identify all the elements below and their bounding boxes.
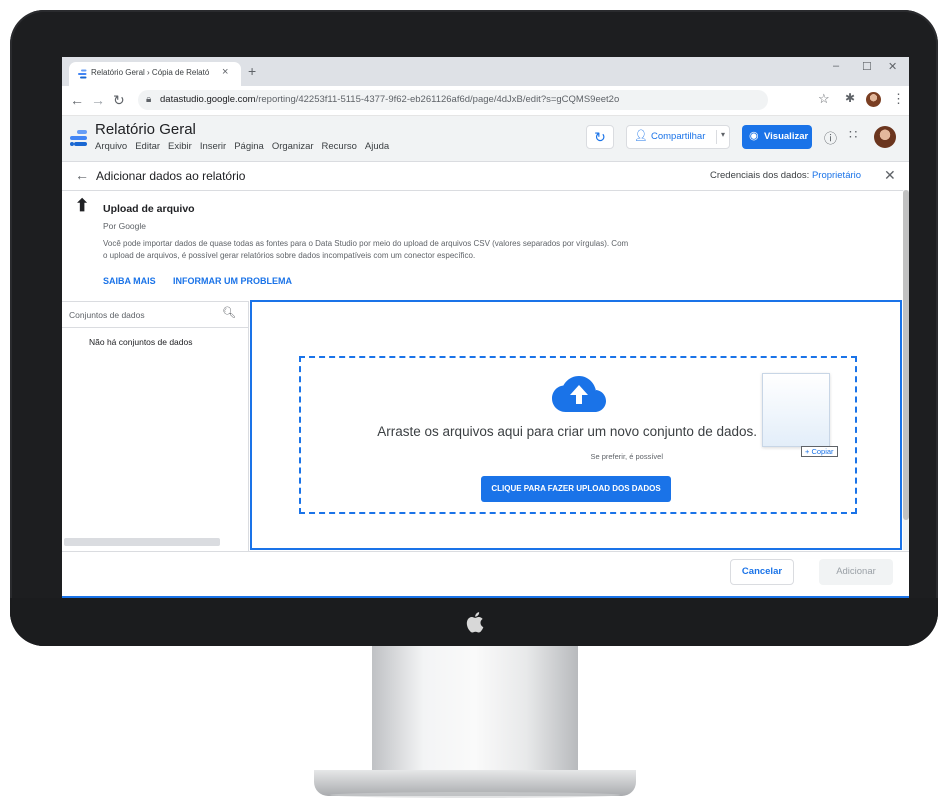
- close-window-icon[interactable]: ✕: [888, 60, 897, 73]
- datasets-panel: Conjuntos de dados 🔍︎ Não há conjuntos d…: [62, 301, 249, 552]
- vertical-scrollbar-thumb[interactable]: [903, 190, 909, 520]
- menu-recurso[interactable]: Recurso: [322, 141, 357, 152]
- menu-arquivo[interactable]: Arquivo: [95, 141, 127, 152]
- back-arrow-icon[interactable]: ←: [70, 92, 84, 108]
- credentials-link[interactable]: Proprietário: [812, 170, 861, 181]
- eye-icon: ◉: [749, 130, 759, 142]
- add-button[interactable]: Adicionar: [819, 559, 893, 585]
- refresh-data-button[interactable]: ↻: [586, 125, 614, 149]
- lock-icon: 🔒︎: [146, 94, 152, 105]
- add-person-icon: 👤︎: [634, 130, 648, 142]
- datasets-search-input[interactable]: Conjuntos de dados: [69, 310, 145, 320]
- user-avatar[interactable]: [874, 126, 896, 148]
- address-bar[interactable]: 🔒︎ datastudio.google.com/reporting/42253…: [138, 90, 768, 110]
- monitor-stand: [372, 646, 578, 776]
- datasets-empty-message: Não há conjuntos de dados: [89, 337, 193, 347]
- url-text: datastudio.google.com/reporting/42253f11…: [160, 94, 620, 105]
- minimize-icon[interactable]: –: [833, 60, 839, 72]
- maximize-icon[interactable]: ☐: [862, 60, 872, 73]
- tab-title: Relatório Geral › Cópia de Relató: [91, 68, 210, 77]
- help-icon[interactable]: ⓘ: [824, 128, 837, 147]
- browser-tab[interactable]: Relatório Geral › Cópia de Relató ×: [69, 62, 241, 86]
- cloud-upload-icon: [552, 376, 606, 412]
- stand-shadow: [330, 792, 620, 798]
- menu-bar: Arquivo Editar Exibir Inserir Página Org…: [95, 141, 389, 152]
- share-dropdown-icon[interactable]: ▾: [716, 130, 725, 144]
- apple-logo-icon: [466, 612, 484, 633]
- learn-more-link[interactable]: SAIBA MAIS: [103, 276, 156, 286]
- browser-profile-avatar[interactable]: [866, 92, 881, 107]
- close-icon[interactable]: ✕: [884, 167, 896, 184]
- connector-description: Você pode importar dados de quase todas …: [103, 239, 629, 260]
- tab-close-icon[interactable]: ×: [222, 66, 228, 78]
- view-button[interactable]: ◉ Visualizar: [742, 125, 812, 149]
- upload-drop-area[interactable]: Arraste os arquivos aqui para criar um n…: [250, 300, 902, 550]
- bookmark-star-icon[interactable]: ☆: [818, 91, 830, 107]
- copy-badge: + Copiar: [801, 446, 838, 457]
- menu-inserir[interactable]: Inserir: [200, 141, 226, 152]
- horizontal-scrollbar[interactable]: [64, 538, 220, 546]
- search-icon[interactable]: 🔍︎: [222, 306, 236, 319]
- reload-icon[interactable]: ↻: [113, 92, 125, 109]
- data-credentials: Credenciais dos dados: Proprietário: [710, 170, 862, 181]
- connector-name: Upload de arquivo: [103, 203, 195, 215]
- share-label: Compartilhar: [651, 131, 706, 142]
- apps-grid-icon[interactable]: ∷: [849, 127, 857, 143]
- view-label: Visualizar: [764, 131, 809, 142]
- app-header: Relatório Geral Arquivo Editar Exibir In…: [62, 116, 909, 162]
- menu-editar[interactable]: Editar: [135, 141, 160, 152]
- drop-zone[interactable]: Arraste os arquivos aqui para criar um n…: [299, 356, 857, 514]
- menu-pagina[interactable]: Página: [234, 141, 264, 152]
- browser-tab-bar: Relatório Geral › Cópia de Relató × + – …: [62, 57, 909, 86]
- back-arrow-icon[interactable]: ←: [75, 167, 89, 183]
- forward-arrow-icon[interactable]: →: [91, 92, 105, 108]
- report-problem-link[interactable]: INFORMAR UM PROBLEMA: [173, 276, 292, 286]
- screen: Relatório Geral › Cópia de Relató × + – …: [62, 57, 909, 598]
- data-studio-favicon-icon: [78, 69, 87, 79]
- menu-ajuda[interactable]: Ajuda: [365, 141, 389, 152]
- menu-organizar[interactable]: Organizar: [272, 141, 314, 152]
- dragged-file-thumbnail: [762, 373, 830, 447]
- panel-title: Adicionar dados ao relatório: [96, 169, 246, 183]
- divider: [62, 327, 248, 328]
- upload-data-button[interactable]: CLIQUE PARA FAZER UPLOAD DOS DADOS: [481, 476, 671, 502]
- add-data-panel-header: ← Adicionar dados ao relatório Credencia…: [62, 162, 909, 191]
- cancel-button[interactable]: Cancelar: [730, 559, 794, 585]
- alternative-text: Se preferir, é possível: [590, 452, 663, 461]
- data-studio-logo-icon[interactable]: [68, 128, 88, 148]
- browser-toolbar: ← → ↻ 🔒︎ datastudio.google.com/reporting…: [62, 86, 909, 116]
- new-tab-button[interactable]: +: [248, 63, 256, 79]
- connector-author: Por Google: [103, 221, 146, 231]
- extensions-puzzle-icon[interactable]: ✱: [845, 91, 855, 105]
- browser-menu-icon[interactable]: ⋮: [892, 91, 905, 107]
- panel-footer: Cancelar Adicionar: [62, 551, 909, 598]
- screen-bottom-accent: [62, 596, 909, 598]
- menu-exibir[interactable]: Exibir: [168, 141, 192, 152]
- share-button[interactable]: 👤︎ Compartilhar ▾: [626, 125, 730, 149]
- report-title[interactable]: Relatório Geral: [95, 121, 196, 138]
- drop-message: Arraste os arquivos aqui para criar um n…: [377, 424, 757, 439]
- upload-icon: ⬆: [75, 196, 90, 215]
- refresh-icon: ↻: [594, 129, 606, 145]
